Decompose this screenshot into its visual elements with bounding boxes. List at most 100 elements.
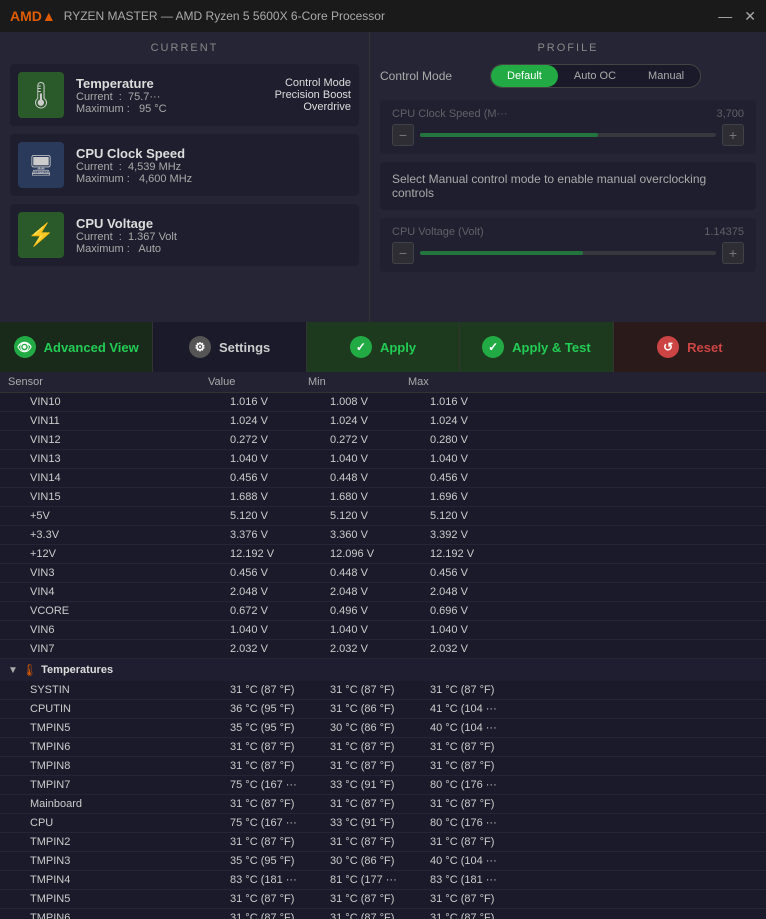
table-row: TMPIN2 31 °C (87 °F) 31 °C (87 °F) 31 °C… [0, 833, 766, 852]
sensor-max: 3.392 V [430, 529, 530, 541]
sensor-value: 31 °C (87 °F) [230, 684, 330, 696]
sensor-max: 0.456 V [430, 472, 530, 484]
sensor-max: 80 °C (176 ··· [430, 779, 530, 791]
sensor-value: 3.376 V [230, 529, 330, 541]
apply-test-button[interactable]: ✓ Apply & Test [460, 322, 613, 372]
sensor-max: 2.032 V [430, 643, 530, 655]
sensor-name: +5V [30, 510, 230, 522]
sensor-max: 41 °C (104 ··· [430, 703, 530, 715]
advanced-view-button[interactable]: 👁 Advanced View [0, 322, 153, 372]
sensor-min: 30 °C (86 °F) [330, 855, 430, 867]
current-header: CURRENT [10, 42, 359, 54]
reset-button[interactable]: ↺ Reset [614, 322, 766, 372]
cpu-voltage-title: CPU Voltage [76, 216, 351, 231]
sensor-value: 31 °C (87 °F) [230, 836, 330, 848]
temperature-icon: 🌡 [18, 72, 64, 118]
mode-default-button[interactable]: Default [491, 65, 558, 87]
control-mode-row: Control Mode Default Auto OC Manual [380, 64, 756, 88]
clock-slider-track[interactable] [420, 133, 716, 137]
control-mode-label: Control Mode [380, 69, 480, 83]
sensor-value: 0.272 V [230, 434, 330, 446]
cpu-voltage-icon: ⚡ [18, 212, 64, 258]
sensor-name: TMPIN5 [30, 893, 230, 905]
voltage-label: CPU Voltage (Volt) [392, 226, 484, 238]
sensor-max: 12.192 V [430, 548, 530, 560]
sensor-min: 1.024 V [330, 415, 430, 427]
table-row: VIN13 1.040 V 1.040 V 1.040 V [0, 450, 766, 469]
sensor-value: 31 °C (87 °F) [230, 760, 330, 772]
action-bar: 👁 Advanced View ⚙ Settings ✓ Apply ✓ App… [0, 322, 766, 372]
table-row: TMPIN8 31 °C (87 °F) 31 °C (87 °F) 31 °C… [0, 757, 766, 776]
clock-speed-value: 3,700 [716, 108, 744, 120]
sensor-value: 83 °C (181 ··· [230, 874, 330, 886]
cpu-voltage-current: Current : 1.367 Volt [76, 231, 351, 243]
sensor-min: 2.048 V [330, 586, 430, 598]
sensor-value: 35 °C (95 °F) [230, 855, 330, 867]
voltage-slider-fill [420, 251, 583, 255]
top-panel: CURRENT 🌡 Temperature Current : 75.7··· … [0, 32, 766, 322]
table-row: TMPIN7 75 °C (167 ··· 33 °C (91 °F) 80 °… [0, 776, 766, 795]
sensor-min: 31 °C (86 °F) [330, 703, 430, 715]
temperature-title: Temperature [76, 76, 263, 91]
table-row: TMPIN5 31 °C (87 °F) 31 °C (87 °F) 31 °C… [0, 890, 766, 909]
mode-buttons: Default Auto OC Manual [490, 64, 701, 88]
sensor-name: TMPIN8 [30, 760, 230, 772]
sensor-col-header: Sensor [8, 376, 208, 388]
clock-slider-row: − + [392, 124, 744, 146]
sensor-name: TMPIN6 [30, 741, 230, 753]
apply-button[interactable]: ✓ Apply [307, 322, 460, 372]
voltage-value: 1.14375 [704, 226, 744, 238]
main-content: CURRENT 🌡 Temperature Current : 75.7··· … [0, 32, 766, 919]
amd-logo: AMD▲ [10, 8, 56, 24]
title-controls: — ✕ [718, 8, 756, 25]
sensor-max: 31 °C (87 °F) [430, 836, 530, 848]
min-col-header: Min [308, 376, 408, 388]
temperatures-expand-icon[interactable]: ▼ [8, 665, 18, 676]
sensor-value: 1.016 V [230, 396, 330, 408]
eye-icon: 👁 [14, 336, 36, 358]
sensor-max: 31 °C (87 °F) [430, 893, 530, 905]
temperature-stat: 🌡 Temperature Current : 75.7··· Maximum … [10, 64, 359, 126]
sensor-min: 31 °C (87 °F) [330, 760, 430, 772]
minimize-button[interactable]: — [718, 8, 732, 24]
close-button[interactable]: ✕ [744, 8, 756, 25]
voltage-increase-button[interactable]: + [722, 242, 744, 264]
voltage-slider-track[interactable] [420, 251, 716, 255]
clock-decrease-button[interactable]: − [392, 124, 414, 146]
profile-header: PROFILE [380, 42, 756, 54]
mode-autoc-button[interactable]: Auto OC [558, 65, 632, 87]
sensor-max: 0.696 V [430, 605, 530, 617]
settings-button[interactable]: ⚙ Settings [153, 322, 306, 372]
mode-manual-button[interactable]: Manual [632, 65, 700, 87]
sensor-min: 0.272 V [330, 434, 430, 446]
sensor-min: 81 °C (177 ··· [330, 874, 430, 886]
sensor-name: VIN4 [30, 586, 230, 598]
sensor-min: 0.448 V [330, 567, 430, 579]
sensor-min: 31 °C (87 °F) [330, 912, 430, 919]
table-row: +5V 5.120 V 5.120 V 5.120 V [0, 507, 766, 526]
apply-check-icon: ✓ [350, 336, 372, 358]
sensor-name: VCORE [30, 605, 230, 617]
voltage-section: CPU Voltage (Volt) 1.14375 − + [380, 218, 756, 272]
sensor-max: 80 °C (176 ··· [430, 817, 530, 829]
cpu-voltage-info: CPU Voltage Current : 1.367 Volt Maximum… [76, 216, 351, 255]
sensor-max: 1.040 V [430, 453, 530, 465]
sensor-value: 31 °C (87 °F) [230, 912, 330, 919]
sensor-max: 1.016 V [430, 396, 530, 408]
clock-speed-section: CPU Clock Speed (M··· 3,700 − + [380, 100, 756, 154]
sensor-name: TMPIN4 [30, 874, 230, 886]
title-bar-left: AMD▲ RYZEN MASTER — AMD Ryzen 5 5600X 6-… [10, 8, 385, 24]
temperature-maximum: Maximum : 95 °C [76, 103, 263, 115]
clock-increase-button[interactable]: + [722, 124, 744, 146]
sensor-table[interactable]: Sensor Value Min Max VIN10 1.016 V 1.008… [0, 372, 766, 919]
sensor-max: 1.024 V [430, 415, 530, 427]
sensor-max: 0.280 V [430, 434, 530, 446]
sensor-min: 31 °C (87 °F) [330, 741, 430, 753]
sensor-name: CPUTIN [30, 703, 230, 715]
sensor-max: 5.120 V [430, 510, 530, 522]
sensor-max: 1.696 V [430, 491, 530, 503]
voltage-decrease-button[interactable]: − [392, 242, 414, 264]
sensor-value: 36 °C (95 °F) [230, 703, 330, 715]
sensor-value: 0.456 V [230, 567, 330, 579]
table-row: +12V 12.192 V 12.096 V 12.192 V [0, 545, 766, 564]
